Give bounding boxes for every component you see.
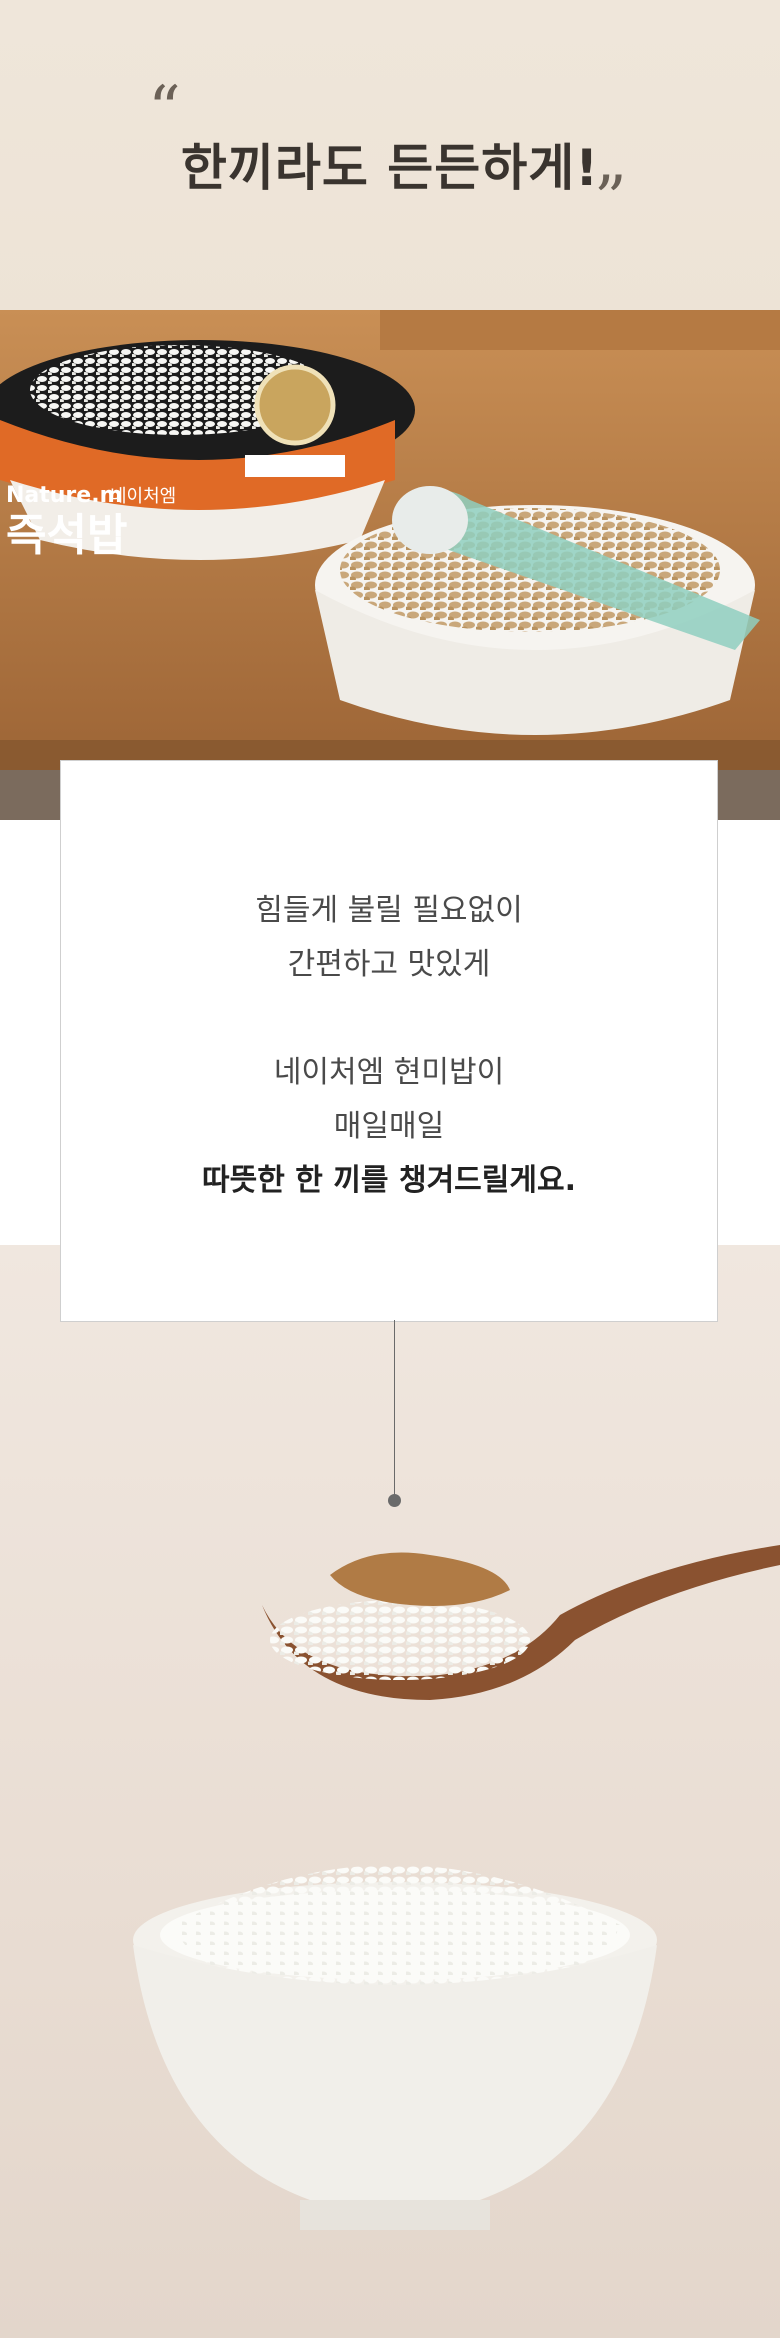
product-photo: Nature.m 네이처엠 즉석밥 bbox=[0, 310, 780, 820]
close-quote-mark: ” bbox=[594, 163, 627, 237]
message-line-1: 힘들게 불릴 필요없이 bbox=[255, 893, 523, 928]
rice-photo bbox=[133, 1545, 780, 2230]
message-line-5: 따뜻한 한 끼를 챙겨드릴게요. bbox=[202, 1163, 576, 1198]
connector-line bbox=[394, 1320, 395, 1500]
message-box: 힘들게 불릴 필요없이 간편하고 맛있게 네이처엠 현미밥이 매일매일 따뜻한 … bbox=[60, 760, 718, 1322]
product-name: 즉석밥 bbox=[6, 510, 127, 561]
brand-korean: 네이처엠 bbox=[110, 486, 176, 507]
top-section: “ 한끼라도 든든하게! ” Nature.m 네이처엠 즉석밥 bbox=[0, 0, 780, 820]
message-line-4: 매일매일 bbox=[333, 1109, 445, 1144]
headline: 한끼라도 든든하게! bbox=[180, 139, 600, 197]
connector-dot bbox=[388, 1494, 401, 1507]
message-line-3: 네이처엠 현미밥이 bbox=[273, 1055, 505, 1090]
message-line-2: 간편하고 맛있게 bbox=[287, 947, 491, 982]
brand-english: Nature.m bbox=[6, 483, 123, 508]
